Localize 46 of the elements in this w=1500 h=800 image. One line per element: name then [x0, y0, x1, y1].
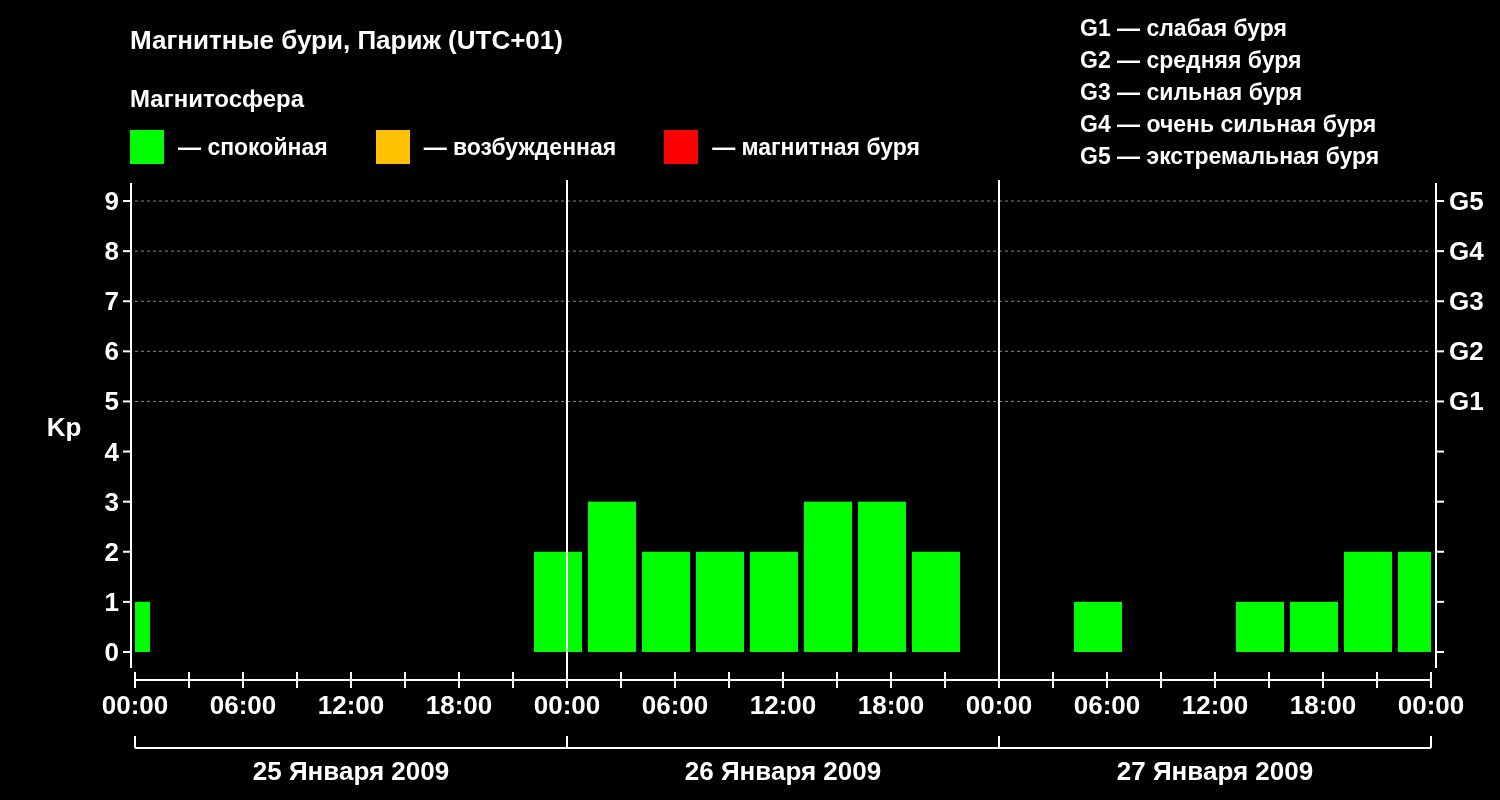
y-tick-label: 0 [104, 636, 119, 667]
x-tick-label: 12:00 [749, 690, 817, 720]
storm-level-label: G4 [1449, 236, 1484, 267]
storm-scale-entry: G4 — очень сильная буря [1080, 110, 1378, 139]
kp-bar [1236, 601, 1284, 652]
x-tick-label: 18:00 [1289, 690, 1357, 720]
date-label: 25 Января 2009 [252, 756, 450, 786]
kp-bar [135, 601, 150, 652]
storm-level-label: G5 [1449, 186, 1484, 217]
y-tick-label: 7 [104, 286, 119, 317]
x-tick-label: 06:00 [641, 690, 709, 720]
y-tick-label: 8 [104, 236, 119, 267]
x-tick-label: 12:00 [317, 690, 385, 720]
kp-bar [1074, 601, 1122, 652]
x-tick-label: 18:00 [857, 690, 925, 720]
x-tick-label: 00:00 [101, 690, 169, 720]
x-tick-label: 00:00 [533, 690, 601, 720]
y-tick-label: 9 [104, 186, 119, 217]
x-tick-label: 06:00 [1073, 690, 1141, 720]
y-tick-label: 3 [104, 486, 119, 517]
legend-label: — возбужденная [423, 133, 617, 161]
x-tick-label: 12:00 [1181, 690, 1249, 720]
y-tick-label: 2 [104, 536, 119, 567]
storm-scale-entry: G1 — слабая буря [1080, 14, 1289, 43]
storm-level-label: G1 [1449, 386, 1484, 417]
legend-label: — магнитная буря [712, 133, 920, 161]
legend-title: Магнитосфера [130, 84, 306, 114]
y-tick-label: 1 [104, 586, 119, 617]
kp-bar [1290, 601, 1338, 652]
storm-level-label: G3 [1449, 286, 1484, 317]
y-tick-label: 6 [104, 336, 119, 367]
y-tick-label: 5 [104, 386, 119, 417]
y-axis-label: Kp [46, 411, 82, 442]
date-label: 26 Января 2009 [684, 756, 882, 786]
x-tick-label: 18:00 [425, 690, 493, 720]
storm-scale-entry: G3 — сильная буря [1080, 78, 1304, 107]
storm-level-label: G2 [1449, 336, 1484, 367]
date-label: 27 Января 2009 [1116, 756, 1314, 786]
y-tick-label: 4 [104, 436, 119, 467]
storm-scale-entry: G5 — экстремальная буря [1080, 142, 1381, 171]
x-tick-label: 00:00 [965, 690, 1033, 720]
x-tick-label: 06:00 [209, 690, 277, 720]
x-tick-label: 00:00 [1397, 690, 1465, 720]
legend-label: — спокойная [178, 133, 328, 161]
storm-scale-entry: G2 — средняя буря [1080, 46, 1303, 75]
chart-title: Магнитные бури, Париж (UTC+01) [130, 24, 564, 57]
